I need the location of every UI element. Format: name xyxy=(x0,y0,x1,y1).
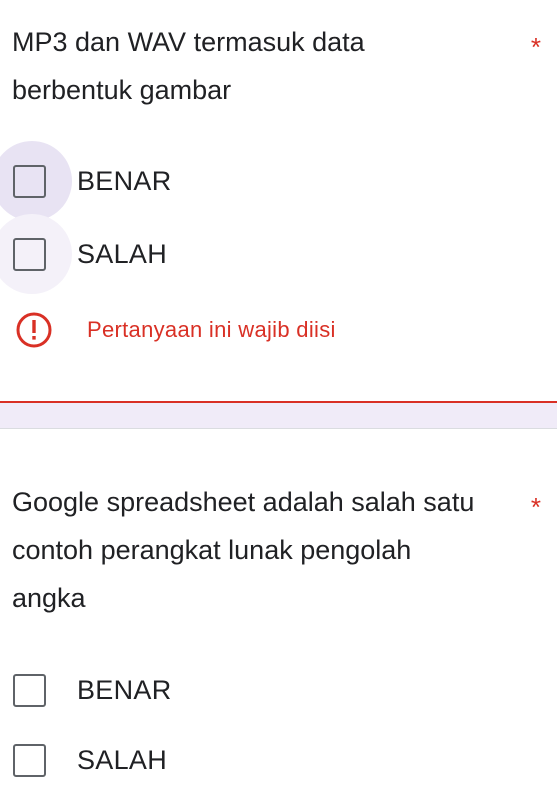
option-label: SALAH xyxy=(77,238,168,269)
option-label: BENAR xyxy=(77,165,172,196)
error-text: Pertanyaan ini wajib diisi xyxy=(87,317,336,342)
required-error-message: Pertanyaan ini wajib diisi xyxy=(0,308,557,352)
required-asterisk: * xyxy=(530,32,541,62)
option-salah-q2[interactable]: SALAH xyxy=(0,724,400,796)
question-separator xyxy=(0,401,557,429)
option-benar-q1[interactable]: BENAR xyxy=(0,141,400,221)
checkbox-benar-q2[interactable] xyxy=(13,673,46,707)
option-salah-q1[interactable]: SALAH xyxy=(0,214,400,294)
question-1-title: MP3 dan WAV termasuk data berbentuk gamb… xyxy=(12,27,365,105)
checkbox-salah-q1[interactable] xyxy=(13,237,46,271)
checkbox-salah-q2[interactable] xyxy=(13,743,46,777)
option-label: SALAH xyxy=(77,744,168,775)
required-asterisk: * xyxy=(530,492,541,522)
checkbox-benar-q1[interactable] xyxy=(13,164,46,198)
option-label: BENAR xyxy=(77,674,172,705)
option-benar-q2[interactable]: BENAR xyxy=(0,654,400,726)
error-icon xyxy=(16,312,52,348)
question-2-title: Google spreadsheet adalah salah satu con… xyxy=(12,487,475,613)
